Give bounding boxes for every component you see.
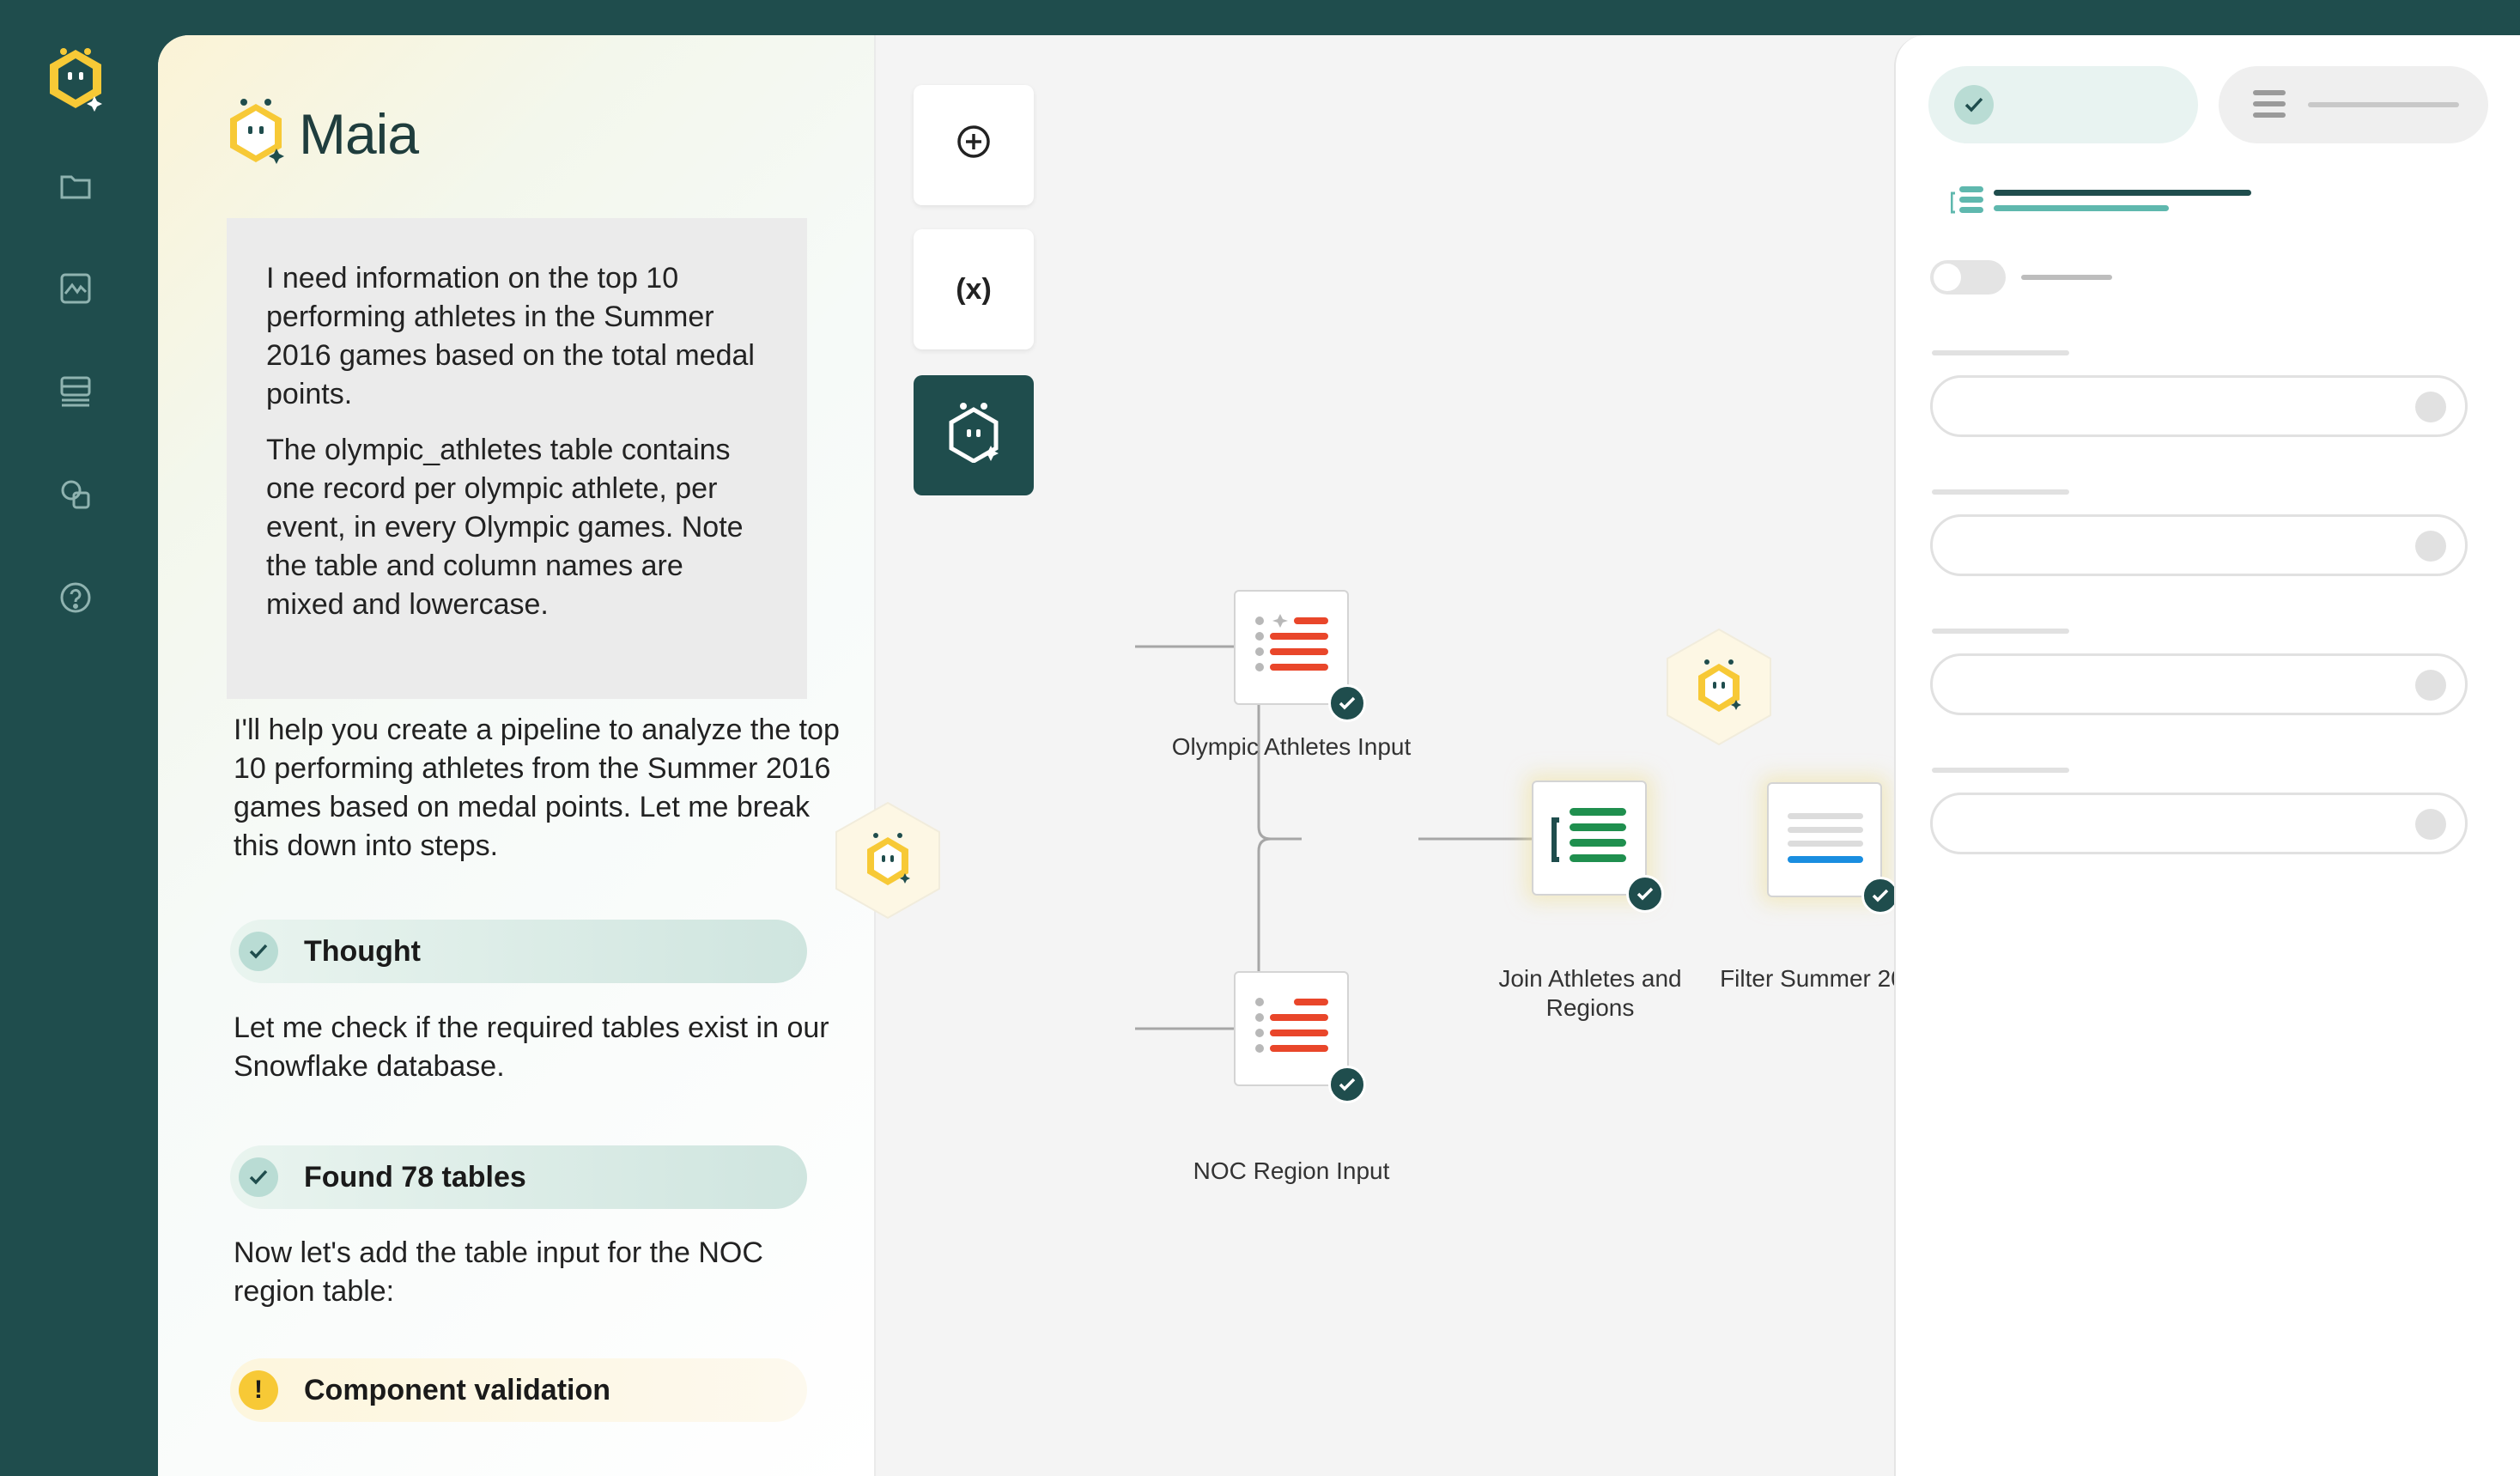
assistant-step-text: Now let's add the table input for the NO…: [234, 1236, 763, 1308]
node-label: Olympic Athletes Input: [1171, 733, 1412, 760]
property-field[interactable]: [1930, 793, 2468, 854]
field-action-icon[interactable]: [2415, 809, 2446, 840]
maia-chat-panel: Maia I need information on the top 10 pe…: [158, 35, 876, 1476]
property-field[interactable]: [1930, 653, 2468, 715]
component-title-placeholder: [1994, 190, 2251, 196]
status-complete-icon: [1626, 875, 1664, 913]
user-prompt-bubble: I need information on the top 10 perform…: [227, 218, 807, 699]
toggle-label-placeholder: [2021, 275, 2112, 280]
warning-icon: !: [239, 1370, 278, 1410]
join-icon: [1551, 805, 1633, 881]
assistant-step-text: Let me check if the required tables exis…: [234, 1011, 829, 1083]
check-icon: [1954, 85, 1994, 125]
prompt-paragraph: I need information on the top 10 perform…: [266, 262, 755, 410]
noc-region-input-node[interactable]: [1234, 971, 1366, 1103]
table-input-icon: [1254, 993, 1332, 1070]
component-subtitle-placeholder: [1994, 205, 2169, 211]
tab-properties[interactable]: [1928, 66, 2198, 143]
list-icon: [2253, 88, 2287, 124]
status-complete-icon: [1328, 1066, 1366, 1103]
left-rail: [0, 0, 158, 1476]
node-label: NOC Region Input: [1193, 1157, 1390, 1184]
field-action-icon[interactable]: [2415, 392, 2446, 422]
maia-logo-icon[interactable]: [45, 46, 106, 112]
maia-brand-icon: [223, 95, 288, 172]
thought-step-pill[interactable]: Thought: [230, 920, 807, 983]
check-icon: [239, 932, 278, 971]
found-tables-step-pill[interactable]: Found 78 tables: [230, 1145, 807, 1209]
tab-sample-data[interactable]: [2219, 66, 2488, 143]
check-icon: [239, 1157, 278, 1197]
node-label: Join Athletes and Regions: [1498, 965, 1682, 1021]
field-action-icon[interactable]: [2415, 531, 2446, 562]
step-label: Found 78 tables: [304, 1160, 526, 1194]
join-component-icon: [1950, 185, 1985, 223]
step-label: Component validation: [304, 1373, 610, 1406]
shapes-icon[interactable]: [57, 476, 94, 513]
maia-avatar-icon: [1664, 626, 1774, 748]
brand-title: Maia: [299, 101, 419, 166]
field-label-placeholder: [1932, 629, 2069, 634]
field-action-icon[interactable]: [2415, 670, 2446, 701]
property-field[interactable]: [1930, 514, 2468, 576]
field-label-placeholder: [1932, 350, 2069, 355]
properties-panel: [1894, 35, 2520, 1476]
prompt-paragraph: The olympic_athletes table contains one …: [266, 434, 744, 621]
tab-placeholder-line: [2308, 102, 2459, 107]
field-label-placeholder: [1932, 768, 2069, 773]
activity-chart-icon[interactable]: [57, 270, 94, 307]
join-athletes-regions-node[interactable]: [1532, 781, 1664, 913]
assistant-reply-intro: I'll help you create a pipeline to analy…: [234, 714, 840, 862]
folder-icon[interactable]: [57, 167, 94, 204]
filter-summer-2016-node[interactable]: [1767, 782, 1899, 914]
table-input-icon: [1254, 612, 1332, 689]
help-icon[interactable]: [57, 579, 94, 617]
field-label-placeholder: [1932, 489, 2069, 495]
pipeline-canvas[interactable]: (x) Olympic Athletes Input NOC Region In…: [876, 35, 1931, 1476]
status-complete-icon: [1328, 684, 1366, 722]
brand-header: Maia: [223, 95, 419, 172]
step-label: Thought: [304, 934, 421, 968]
component-validation-pill[interactable]: ! Component validation: [230, 1358, 807, 1422]
toggle-switch[interactable]: [1930, 260, 2006, 295]
server-icon[interactable]: [57, 373, 94, 410]
property-field[interactable]: [1930, 375, 2468, 437]
main-window: Maia I need information on the top 10 pe…: [158, 35, 2520, 1476]
filter-icon: [1788, 810, 1865, 874]
olympic-athletes-input-node[interactable]: [1234, 590, 1366, 722]
